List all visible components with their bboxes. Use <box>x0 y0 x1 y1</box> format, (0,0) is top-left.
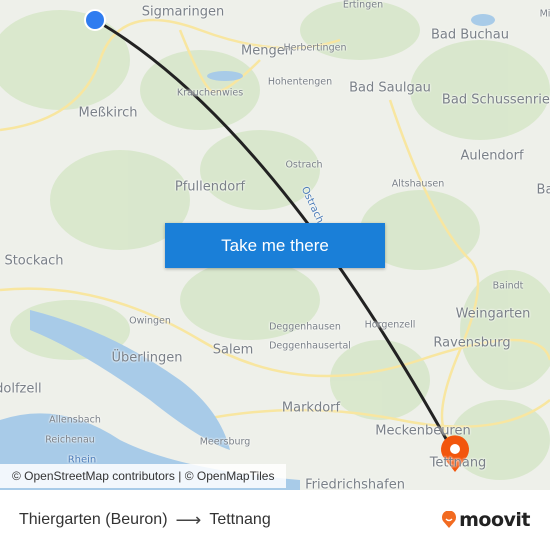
place-label: Ostrach <box>285 159 323 171</box>
destination-name: Tettnang <box>209 511 271 528</box>
arrow-right-icon: ⟶ <box>175 509 202 530</box>
place-label: Ba <box>536 182 550 198</box>
place-label: Markdorf <box>281 400 341 416</box>
place-label: Reichenau <box>45 434 95 446</box>
place-label: Bad Schussenried <box>441 92 550 108</box>
place-label: Bad Buchau <box>430 27 510 43</box>
place-label: Baindt <box>492 280 524 292</box>
place-label: Tettnang <box>429 455 487 471</box>
moovit-pin-icon <box>442 511 457 528</box>
place-label: Herbertingen <box>283 42 347 54</box>
place-label: Deggenhausen <box>269 321 341 333</box>
place-label: Friedrichshafen <box>305 477 405 491</box>
place-label: Pfullendorf <box>174 179 246 195</box>
take-me-there-button[interactable]: Take me there <box>165 223 385 268</box>
place-label: Ravensburg <box>433 335 511 351</box>
moovit-logo: moovit <box>441 509 530 531</box>
place-label: Krauchenwies <box>176 87 244 99</box>
place-label: Bad Saulgau <box>349 80 431 96</box>
place-label: Meßkirch <box>78 105 138 121</box>
origin-marker[interactable] <box>84 9 106 31</box>
place-label: Stockach <box>4 253 64 269</box>
place-label: Aulendorf <box>460 148 524 164</box>
place-label: Salem <box>212 342 254 358</box>
footer: Thiergarten (Beuron) ⟶ Tettnang moovit <box>0 490 550 550</box>
place-label: Allensbach <box>49 414 101 426</box>
place-label: Weingarten <box>455 306 531 322</box>
place-label: Horgenzell <box>364 319 416 331</box>
route-title: Thiergarten (Beuron) ⟶ Tettnang <box>19 510 271 531</box>
place-label: Deggenhausertal <box>269 340 351 352</box>
place-label: Hohentengen <box>267 76 333 88</box>
place-label: Meersburg <box>199 436 251 448</box>
place-label: Owingen <box>129 315 171 327</box>
place-label: Mi <box>539 8 550 20</box>
origin-name: Thiergarten (Beuron) <box>19 511 168 528</box>
place-label: Altshausen <box>391 178 445 190</box>
place-label: Ertingen <box>342 0 384 11</box>
map-attribution[interactable]: © OpenStreetMap contributors | © OpenMap… <box>0 464 287 488</box>
place-label: Meckenbeuren <box>375 423 471 439</box>
place-label: Radolfzell <box>0 381 42 397</box>
place-label: Sigmaringen <box>141 4 225 20</box>
map[interactable]: Sigmaringen Ertingen Bad Buchau Mengen Herbe… <box>0 0 550 490</box>
place-label: Überlingen <box>111 350 183 366</box>
